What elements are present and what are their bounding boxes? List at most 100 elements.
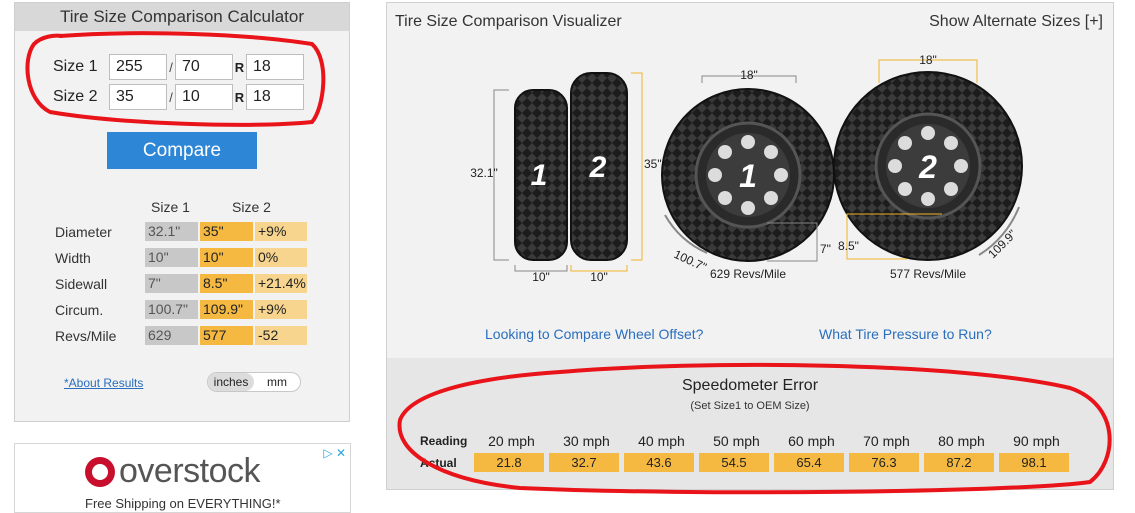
difference-value: +9% <box>255 222 307 241</box>
units-toggle[interactable]: inches mm <box>207 372 301 392</box>
calculator-title: Tire Size Comparison Calculator <box>15 3 349 31</box>
wheel-1-revs-label: 629 Revs/Mile <box>710 267 786 281</box>
reading-label: Reading <box>420 434 468 448</box>
adchoices-icon[interactable]: ▷ ✕ <box>323 446 346 460</box>
diameter-1-label: 32.1" <box>470 166 498 180</box>
slash-separator: / <box>169 59 173 75</box>
visualizer-panel: Tire Size Comparison Visualizer Show Alt… <box>386 2 1114 490</box>
difference-value: 0% <box>255 248 307 267</box>
size1-label: Size 1 <box>53 58 98 75</box>
wheel-1-number: 1 <box>739 158 757 194</box>
units-inches-option[interactable]: inches <box>208 373 254 391</box>
difference-value: -52 <box>255 326 307 345</box>
tire-1-number: 1 <box>531 159 548 192</box>
speed-actual: 76.3 <box>849 453 919 472</box>
speed-actual: 32.7 <box>549 453 619 472</box>
wheel-2-sidewall-label: 8.5" <box>838 239 859 253</box>
results-col1-header: Size 1 <box>151 199 190 215</box>
side-view-tire-2: 2 <box>570 72 628 261</box>
reading-row: Reading 20 mph 30 mph 40 mph 50 mph 60 mph 70… <box>420 433 1074 449</box>
size1-value: 7" <box>145 274 198 293</box>
size2-value: 8.5" <box>200 274 253 293</box>
size1-value: 32.1" <box>145 222 198 241</box>
wheel-1-rim-label: 18" <box>740 68 758 82</box>
results-row: Width 10" 10" 0% <box>55 248 307 267</box>
speed-actual: 21.8 <box>474 453 544 472</box>
results-row: Circum. 100.7" 109.9" +9% <box>55 300 307 319</box>
rim-r-label: R <box>234 59 245 75</box>
speed-actual: 98.1 <box>999 453 1069 472</box>
rim-r-label: R <box>234 89 245 105</box>
wheel-2-revs-label: 577 Revs/Mile <box>890 267 966 281</box>
size1-rim-input[interactable] <box>246 54 304 80</box>
results-row: Revs/Mile 629 577 -52 <box>55 326 307 345</box>
speed-reading: 50 mph <box>713 433 760 449</box>
dimension-width-2: 10" <box>570 265 628 284</box>
results-col2-header: Size 2 <box>232 199 271 215</box>
speed-actual: 54.5 <box>699 453 769 472</box>
size2-rim-input[interactable] <box>246 84 304 110</box>
speed-reading: 70 mph <box>863 433 910 449</box>
results-row: Diameter 32.1" 35" +9% <box>55 222 307 241</box>
results-row-label: Revs/Mile <box>55 327 117 344</box>
speedometer-error-section: Speedometer Error (Set Size1 to OEM Size… <box>387 358 1113 489</box>
tire-diagram: 1 2 32.1" 35" 10" 10" 1 18" 7" 100.7" 62… <box>470 53 1023 284</box>
tire-2-number: 2 <box>589 151 607 184</box>
speed-actual: 43.6 <box>624 453 694 472</box>
width-2-label: 10" <box>590 270 608 284</box>
about-results-link[interactable]: *About Results <box>64 376 143 390</box>
speed-actual: 87.2 <box>924 453 994 472</box>
size1-width-input[interactable] <box>109 54 167 80</box>
dimension-diameter-1: 32.1" <box>470 89 509 261</box>
wheel-view-1: 1 18" 7" 100.7" 629 Revs/Mile <box>661 68 835 281</box>
overstock-logo-icon <box>85 456 115 487</box>
size1-value: 629 <box>145 326 198 345</box>
speed-reading: 60 mph <box>788 433 835 449</box>
wheel-view-2: 2 18" 8.5" 109.9" 577 Revs/Mile <box>833 53 1023 281</box>
size2-label: Size 2 <box>53 88 98 105</box>
tire-pressure-link[interactable]: What Tire Pressure to Run? <box>819 326 992 342</box>
difference-value: +21.4% <box>255 274 307 293</box>
size2-value: 577 <box>200 326 253 345</box>
compare-button[interactable]: Compare <box>107 132 257 169</box>
calculator-panel: Tire Size Comparison Calculator Size 1 /… <box>14 2 350 422</box>
size2-width-input[interactable] <box>109 84 167 110</box>
wheel-2-number: 2 <box>918 149 937 185</box>
speed-reading: 40 mph <box>638 433 685 449</box>
units-mm-option[interactable]: mm <box>254 373 300 391</box>
size2-aspect-input[interactable] <box>175 84 233 110</box>
size1-row: Size 1 / R <box>53 54 304 80</box>
speed-actual: 65.4 <box>774 453 844 472</box>
size1-value: 10" <box>145 248 198 267</box>
results-row-label: Circum. <box>55 301 104 318</box>
wheel-2-rim-label: 18" <box>919 53 937 67</box>
difference-value: +9% <box>255 300 307 319</box>
brand-name: overstock <box>119 452 261 490</box>
speedometer-subtitle: (Set Size1 to OEM Size) <box>690 400 810 412</box>
size1-value: 100.7" <box>145 300 198 319</box>
width-1-label: 10" <box>532 270 550 284</box>
size2-value: 109.9" <box>200 300 253 319</box>
size1-aspect-input[interactable] <box>175 54 233 80</box>
speed-reading: 30 mph <box>563 433 610 449</box>
actual-label: Actual <box>420 455 457 470</box>
dimension-diameter-2: 35" <box>631 72 662 261</box>
slash-separator: / <box>169 89 173 105</box>
wheel-offset-link[interactable]: Looking to Compare Wheel Offset? <box>485 326 703 342</box>
size2-row: Size 2 / R <box>53 84 304 110</box>
size2-value: 35" <box>200 222 253 241</box>
size2-value: 10" <box>200 248 253 267</box>
ad-banner[interactable]: ▷ ✕ overstock Free Shipping on EVERYTHIN… <box>14 443 351 513</box>
actual-row: Actual 21.8 32.7 43.6 54.5 65.4 76.3 87.2 98.1 <box>420 453 1074 472</box>
speed-reading: 80 mph <box>938 433 985 449</box>
wheel-1-sidewall-label: 7" <box>820 242 831 256</box>
dimension-width-1: 10" <box>514 265 568 284</box>
ad-tagline: Free Shipping on EVERYTHING!* <box>85 496 281 511</box>
results-row-label: Diameter <box>55 223 112 240</box>
results-row: Sidewall 7" 8.5" +21.4% <box>55 274 307 293</box>
diameter-2-label: 35" <box>644 157 662 171</box>
overstock-logo: overstock <box>85 452 261 491</box>
speed-reading: 20 mph <box>488 433 535 449</box>
results-row-label: Width <box>55 249 91 266</box>
results-row-label: Sidewall <box>55 275 108 292</box>
